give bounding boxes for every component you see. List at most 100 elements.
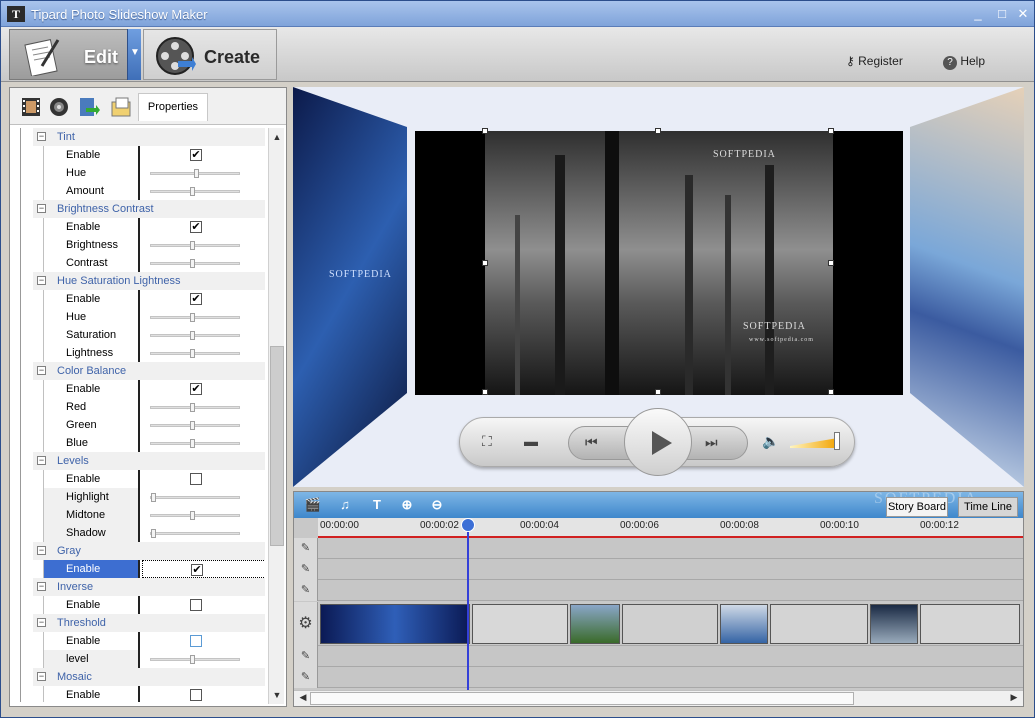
scroll-left-icon[interactable]: ◀ bbox=[296, 692, 310, 703]
property-group[interactable]: − Gray bbox=[23, 542, 265, 560]
fullscreen-icon[interactable]: ⛶ bbox=[482, 433, 492, 450]
aspect-ratio-icon[interactable]: ▬ bbox=[524, 433, 538, 449]
film-icon[interactable] bbox=[20, 96, 42, 118]
property-row[interactable]: Lightness bbox=[43, 344, 265, 362]
transition-clip[interactable] bbox=[770, 604, 868, 644]
playhead-handle[interactable] bbox=[461, 518, 475, 532]
slider-thumb[interactable] bbox=[190, 241, 195, 250]
enable-checkbox[interactable]: ✔ bbox=[190, 383, 202, 395]
property-group[interactable]: − Mosaic bbox=[23, 668, 265, 686]
enable-checkbox[interactable] bbox=[190, 473, 202, 485]
property-row[interactable]: Enable bbox=[43, 596, 265, 614]
resize-handle[interactable] bbox=[828, 128, 834, 134]
property-slider[interactable] bbox=[150, 241, 240, 250]
transition-icon[interactable] bbox=[78, 96, 100, 118]
resize-handle[interactable] bbox=[828, 260, 834, 266]
property-slider[interactable] bbox=[150, 529, 240, 538]
collapse-icon[interactable]: − bbox=[37, 276, 46, 285]
timeline-scroll-thumb[interactable] bbox=[310, 692, 854, 705]
transition-clip[interactable] bbox=[472, 604, 568, 644]
property-group[interactable]: − Levels bbox=[23, 452, 265, 470]
slider-thumb[interactable] bbox=[194, 169, 199, 178]
property-row[interactable]: Enable ✔ bbox=[43, 218, 265, 236]
property-row[interactable]: Highlight bbox=[43, 488, 265, 506]
property-slider[interactable] bbox=[150, 403, 240, 412]
add-video-icon[interactable]: 🎬 bbox=[302, 495, 324, 515]
property-row[interactable]: Shadow bbox=[43, 524, 265, 542]
resize-handle[interactable] bbox=[482, 260, 488, 266]
property-row[interactable]: Saturation bbox=[43, 326, 265, 344]
slider-thumb[interactable] bbox=[190, 403, 195, 412]
slider-thumb[interactable] bbox=[190, 259, 195, 268]
property-row[interactable]: Enable bbox=[43, 632, 265, 650]
enable-checkbox[interactable] bbox=[190, 689, 202, 701]
collapse-icon[interactable]: − bbox=[37, 132, 46, 141]
timeline-scrollbar[interactable]: ◀ ▶ bbox=[294, 690, 1023, 706]
slider-thumb[interactable] bbox=[190, 349, 195, 358]
resize-handle[interactable] bbox=[828, 389, 834, 395]
collapse-icon[interactable]: − bbox=[37, 204, 46, 213]
property-slider[interactable] bbox=[150, 511, 240, 520]
maximize-button[interactable]: □ bbox=[993, 6, 1011, 22]
scroll-down-icon[interactable]: ▼ bbox=[270, 688, 284, 702]
add-text-icon[interactable]: T bbox=[366, 495, 388, 515]
property-row[interactable]: Enable ✔ bbox=[43, 146, 265, 164]
property-row[interactable]: Enable ✔ bbox=[43, 380, 265, 398]
create-button[interactable]: Create bbox=[143, 29, 277, 80]
property-row[interactable]: Hue bbox=[43, 308, 265, 326]
music-icon[interactable] bbox=[48, 96, 70, 118]
property-row[interactable]: Midtone bbox=[43, 506, 265, 524]
property-slider[interactable] bbox=[150, 169, 240, 178]
collapse-icon[interactable]: − bbox=[37, 618, 46, 627]
scroll-thumb[interactable] bbox=[270, 346, 284, 546]
property-group[interactable]: − Threshold bbox=[23, 614, 265, 632]
volume-slider[interactable] bbox=[790, 438, 838, 448]
collapse-icon[interactable]: − bbox=[37, 366, 46, 375]
transition-clip[interactable] bbox=[622, 604, 718, 644]
slider-thumb[interactable] bbox=[190, 421, 195, 430]
zoom-out-icon[interactable]: ⊖ bbox=[426, 495, 448, 515]
effect-track[interactable]: ✎ bbox=[294, 580, 1023, 601]
resize-handle[interactable] bbox=[655, 128, 661, 134]
rewind-icon[interactable]: ⏮ bbox=[585, 434, 598, 451]
volume-knob[interactable] bbox=[834, 432, 840, 450]
property-row[interactable]: Enable ✔ bbox=[43, 560, 265, 578]
transition-clip[interactable] bbox=[920, 604, 1020, 644]
enable-checkbox[interactable] bbox=[190, 635, 202, 647]
property-slider[interactable] bbox=[150, 313, 240, 322]
collapse-icon[interactable]: − bbox=[37, 672, 46, 681]
property-slider[interactable] bbox=[150, 421, 240, 430]
scroll-up-icon[interactable]: ▲ bbox=[270, 130, 284, 144]
clip[interactable] bbox=[320, 604, 470, 644]
slider-thumb[interactable] bbox=[190, 655, 195, 664]
collapse-icon[interactable]: − bbox=[37, 546, 46, 555]
property-row[interactable]: level bbox=[43, 650, 265, 668]
enable-checkbox[interactable]: ✔ bbox=[190, 293, 202, 305]
resize-handle[interactable] bbox=[482, 389, 488, 395]
playhead-line[interactable] bbox=[467, 520, 469, 690]
time-ruler[interactable]: 00:00:00 00:00:02 00:00:04 00:00:06 00:00:08… bbox=[318, 518, 1023, 538]
property-group[interactable]: − Brightness Contrast bbox=[23, 200, 265, 218]
register-button[interactable]: ⚷ Register bbox=[846, 54, 903, 68]
property-row[interactable]: Brightness bbox=[43, 236, 265, 254]
tab-time-line[interactable]: Time Line bbox=[958, 497, 1018, 517]
property-group[interactable]: − Color Balance bbox=[23, 362, 265, 380]
property-row[interactable]: Amount bbox=[43, 182, 265, 200]
properties-scrollbar[interactable]: ▲ ▼ bbox=[268, 128, 284, 704]
slider-thumb[interactable] bbox=[190, 439, 195, 448]
property-slider[interactable] bbox=[150, 331, 240, 340]
property-slider[interactable] bbox=[150, 187, 240, 196]
close-button[interactable]: ✕ bbox=[1014, 6, 1032, 22]
video-track[interactable]: ⚙ bbox=[294, 602, 1023, 646]
property-row[interactable]: Contrast bbox=[43, 254, 265, 272]
enable-checkbox[interactable]: ✔ bbox=[191, 564, 203, 576]
minimize-button[interactable]: _ bbox=[969, 6, 987, 22]
effect-track[interactable]: ✎ bbox=[294, 559, 1023, 580]
resize-handle[interactable] bbox=[482, 128, 488, 134]
slider-thumb[interactable] bbox=[190, 187, 195, 196]
property-slider[interactable] bbox=[150, 439, 240, 448]
text-track[interactable]: ✎ bbox=[294, 646, 1023, 667]
property-slider[interactable] bbox=[150, 655, 240, 664]
edit-dropdown-button[interactable]: ▼ bbox=[127, 29, 141, 80]
property-row[interactable]: Enable ✔ bbox=[43, 290, 265, 308]
